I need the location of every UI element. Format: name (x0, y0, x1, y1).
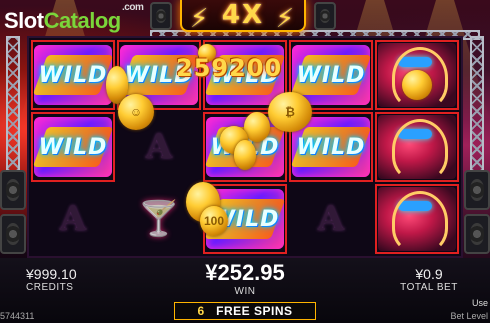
slotcatalog-logo: SlotCatalog .com (4, 2, 144, 34)
total-bet-label: TOTAL BET (400, 282, 458, 293)
logo-catalog: Catalog (43, 8, 122, 33)
win-value: ¥252.95 (205, 260, 285, 285)
reel-cell: A (31, 184, 115, 254)
multiplier-label: 4X (221, 0, 265, 30)
credits-label: CREDITS (26, 282, 74, 293)
coin-icon (234, 140, 256, 170)
round-id: 5744311 (0, 311, 35, 321)
reel-cell: WILD (31, 40, 115, 110)
wild-symbol: WILD (34, 117, 112, 177)
letter-a-symbol: A (59, 199, 87, 239)
total-bet-value: ¥0.9 (415, 266, 443, 282)
reel-cell: WILD (31, 112, 115, 182)
free-spins-count: 6 (197, 304, 205, 318)
reel-cell (375, 184, 459, 254)
credits-display: ¥999.10 CREDITS (26, 266, 96, 293)
speaker-icon (0, 170, 26, 210)
speaker-icon (150, 2, 172, 30)
lightning-icon: ⚡ (275, 4, 296, 34)
credits-value: ¥999.10 (26, 266, 77, 282)
coin-icon: ₿ (268, 92, 312, 132)
letter-a-symbol: A (145, 127, 173, 167)
logo-slot: Slot (4, 8, 44, 33)
speaker-icon (464, 214, 490, 254)
multiplier-display: ⚡ 4X ⚡ (180, 0, 306, 34)
speaker-icon (0, 214, 26, 254)
use-label: Use (471, 298, 488, 308)
lightning-icon: ⚡ (190, 4, 211, 34)
bet-level-label: Bet Level (450, 311, 488, 321)
win-label: WIN (234, 286, 256, 297)
speaker-icon (464, 170, 490, 210)
coin-icon: ☺ (118, 94, 154, 130)
coin-icon: 100 (200, 206, 228, 236)
singer-symbol (378, 115, 456, 180)
free-spins-counter: 6 FREE SPINS (174, 302, 316, 320)
win-amount-banner: 259200 (176, 54, 283, 82)
win-display: ¥252.95 WIN (190, 260, 300, 297)
wild-symbol: WILD (34, 45, 112, 105)
speaker-icon (314, 2, 336, 30)
stage-truss-right (470, 36, 484, 186)
logo-com: .com (122, 2, 144, 13)
stage-truss-left (6, 36, 20, 186)
free-spins-label: FREE SPINS (216, 304, 293, 318)
cocktail-symbol: 🍸 (137, 200, 181, 238)
reel-cell: A (289, 184, 373, 254)
bottom-bar: ¥999.10 CREDITS ¥252.95 WIN ¥0.9 TOTAL B… (0, 258, 490, 323)
total-bet-display: ¥0.9 TOTAL BET (394, 266, 464, 293)
singer-symbol (378, 187, 456, 252)
coin-icon (402, 70, 432, 100)
game-stage: ⚡ 4X ⚡ SlotCatalog .com WILD WILD A WILD… (0, 0, 490, 323)
reel-cell (375, 112, 459, 182)
letter-a-symbol: A (317, 199, 345, 239)
